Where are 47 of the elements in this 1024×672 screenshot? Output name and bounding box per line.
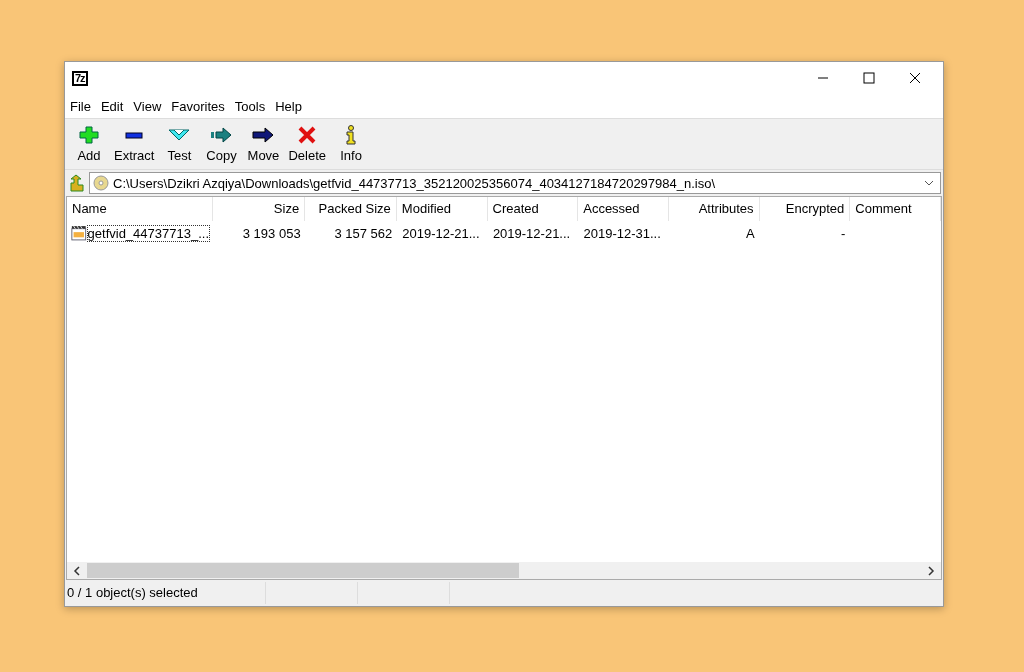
column-header[interactable]: Attributes [668, 197, 760, 221]
toolbar-button[interactable]: Copy [200, 121, 243, 167]
file-name[interactable]: getfvid_44737713_... [87, 225, 209, 241]
dropdown-chevron-icon[interactable] [924, 180, 934, 186]
menu-item[interactable]: File [70, 98, 91, 114]
table-cell-text: 2019-12-21... [401, 225, 481, 241]
column-header[interactable]: Size [213, 197, 306, 221]
menu-item[interactable]: View [133, 98, 162, 114]
table-cell-text: 2019-12-31... [582, 225, 662, 241]
table-cell-text: - [840, 225, 847, 241]
table-cell-text: 3 157 562 [333, 225, 394, 241]
menu-item[interactable]: Favorites [171, 98, 225, 114]
app-logo: 7z [72, 70, 88, 86]
menu-item[interactable]: Help [275, 98, 302, 114]
toolbar-button[interactable]: Info [330, 121, 373, 167]
address-field[interactable]: C:\Users\Dzikri Azqiya\Downloads\getfvid_44737713_352120025356074_4034127184720297984_n.iso\ [89, 172, 941, 194]
scroll-right-icon[interactable] [927, 565, 935, 576]
scroll-left-icon[interactable] [73, 565, 81, 576]
folder-up-icon[interactable] [69, 174, 85, 192]
arrow-right-icon [252, 125, 275, 145]
column-header[interactable]: Accessed [578, 197, 669, 221]
toolbar-button[interactable]: Move [242, 121, 285, 167]
toolbar-button[interactable]: Test [158, 121, 201, 167]
info-icon [344, 125, 359, 145]
maximize-icon[interactable] [863, 72, 875, 84]
scrollbar-thumb[interactable] [87, 563, 519, 578]
column-header[interactable]: Created [487, 197, 579, 221]
column-header[interactable]: Packed Size [305, 197, 397, 221]
toolbar-button[interactable]: Add [68, 121, 110, 167]
table-cell-text: A [745, 225, 756, 241]
menu-item[interactable]: Edit [100, 98, 124, 114]
toolbar-button[interactable]: Extract [110, 121, 159, 167]
table-cell-text: 2019-12-21... [491, 225, 572, 241]
column-header[interactable]: Encrypted [759, 197, 851, 221]
column-header[interactable]: Comment [850, 197, 941, 221]
close-icon[interactable] [909, 72, 921, 84]
cross-icon [297, 125, 318, 145]
video-file-icon [71, 224, 87, 242]
plus-icon [79, 125, 99, 145]
disc-icon [93, 175, 109, 191]
column-header[interactable]: Name [67, 197, 214, 221]
menu-item[interactable]: Tools [234, 98, 266, 114]
arrow-right-icon [210, 125, 233, 145]
column-header[interactable]: Modified [396, 197, 488, 221]
table-cell-text: 3 193 053 [241, 225, 302, 241]
toolbar-button[interactable]: Delete [284, 121, 331, 167]
status-text: 0 / 1 object(s) selected [65, 582, 266, 604]
